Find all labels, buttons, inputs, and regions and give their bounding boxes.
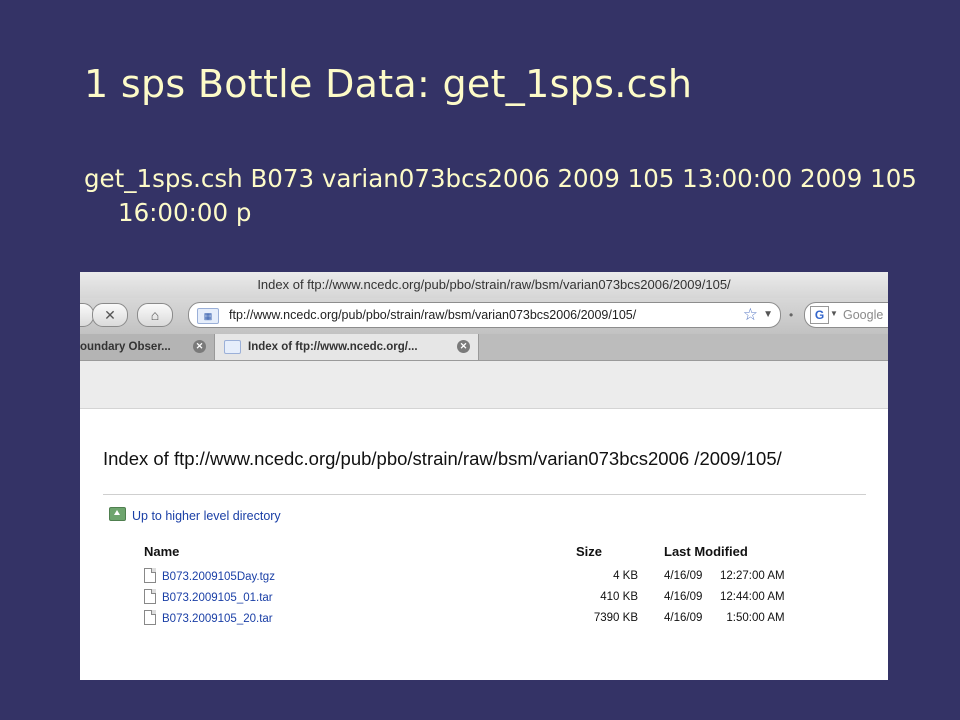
file-link[interactable]: B073.2009105_01.tar [162, 592, 273, 604]
home-icon: ⌂ [150, 307, 160, 323]
file-icon [144, 589, 156, 604]
file-name-cell: B073.2009105_20.tar [144, 607, 548, 628]
file-icon [144, 568, 156, 583]
folder-up-icon [109, 507, 126, 521]
google-engine-icon[interactable]: G [810, 306, 829, 324]
file-date: 4/16/09 [664, 590, 703, 603]
site-identity-icon: ▦ [197, 308, 219, 324]
close-tab-icon[interactable]: ✕ [457, 340, 470, 353]
stop-icon: ✕ [104, 307, 116, 323]
file-size: 4 KB [613, 569, 638, 582]
engine-dropdown-icon[interactable]: ▼ [830, 309, 838, 318]
file-icon [144, 610, 156, 625]
navigation-toolbar: ✕ ⌂ ▦ ftp://www.ncedc.org/pub/pbo/strain… [80, 298, 888, 334]
url-text[interactable]: ftp://www.ncedc.org/pub/pbo/strain/raw/b… [229, 303, 636, 327]
history-dropdown-icon[interactable]: ▼ [763, 303, 773, 327]
tab-label: Index of ftp://www.ncedc.org/... [248, 341, 418, 353]
file-date: 4/16/09 [664, 611, 703, 624]
parent-directory-link[interactable]: Up to higher level directory [109, 507, 281, 523]
parent-directory-label[interactable]: Up to higher level directory [132, 509, 281, 523]
tab-boundary-observatory[interactable]: oundary Obser... ✕ [80, 334, 215, 360]
bookmark-star-icon[interactable]: ☆ [743, 303, 758, 327]
table-row: B073.2009105_01.tar 410 KB 4/16/09 12:44… [144, 586, 785, 607]
close-tab-icon[interactable]: ✕ [193, 340, 206, 353]
home-button[interactable]: ⌂ [137, 303, 173, 327]
tab-label: oundary Obser... [80, 341, 171, 353]
file-listing-table: Name Size Last Modified B073.2009105Day.… [144, 542, 785, 628]
file-time: 12:44:00 AM [720, 590, 785, 603]
browser-screenshot: Index of ftp://www.ncedc.org/pub/pbo/str… [80, 272, 888, 680]
resize-handle-icon[interactable]: • [789, 308, 793, 322]
slide-command: get_1sps.csh B073 varian073bcs2006 2009 … [84, 164, 917, 227]
file-name-cell: B073.2009105_01.tar [144, 586, 548, 607]
divider [103, 494, 866, 495]
table-row: B073.2009105Day.tgz 4 KB 4/16/09 12:27:0… [144, 565, 785, 586]
tab-ftp-index[interactable]: Index of ftp://www.ncedc.org/... ✕ [215, 334, 479, 360]
search-placeholder[interactable]: Google [843, 303, 883, 327]
page-heading: Index of ftp://www.ncedc.org/pub/pbo/str… [103, 448, 782, 469]
stop-button[interactable]: ✕ [92, 303, 128, 327]
file-name-cell: B073.2009105Day.tgz [144, 565, 548, 586]
search-box[interactable]: G ▼ Google [804, 302, 888, 328]
file-time: 1:50:00 AM [726, 611, 785, 624]
window-title: Index of ftp://www.ncedc.org/pub/pbo/str… [80, 272, 888, 298]
file-link[interactable]: B073.2009105_20.tar [162, 613, 273, 625]
tab-strip: oundary Obser... ✕ Index of ftp://www.nc… [80, 334, 888, 361]
file-time: 12:27:00 AM [720, 569, 785, 582]
file-date: 4/16/09 [664, 569, 703, 582]
column-header-size[interactable]: Size [548, 542, 664, 565]
content-top-bar [80, 361, 888, 409]
slide-title: 1 sps Bottle Data: get_1sps.csh [84, 62, 693, 106]
column-header-name[interactable]: Name [144, 542, 548, 565]
file-size: 410 KB [600, 590, 638, 603]
table-header-row: Name Size Last Modified [144, 542, 785, 565]
address-bar[interactable]: ▦ ftp://www.ncedc.org/pub/pbo/strain/raw… [188, 302, 781, 328]
column-header-modified[interactable]: Last Modified [664, 542, 785, 565]
ftp-page-icon [224, 340, 241, 354]
table-row: B073.2009105_20.tar 7390 KB 4/16/09 1:50… [144, 607, 785, 628]
file-size: 7390 KB [593, 611, 638, 624]
file-link[interactable]: B073.2009105Day.tgz [162, 571, 275, 583]
